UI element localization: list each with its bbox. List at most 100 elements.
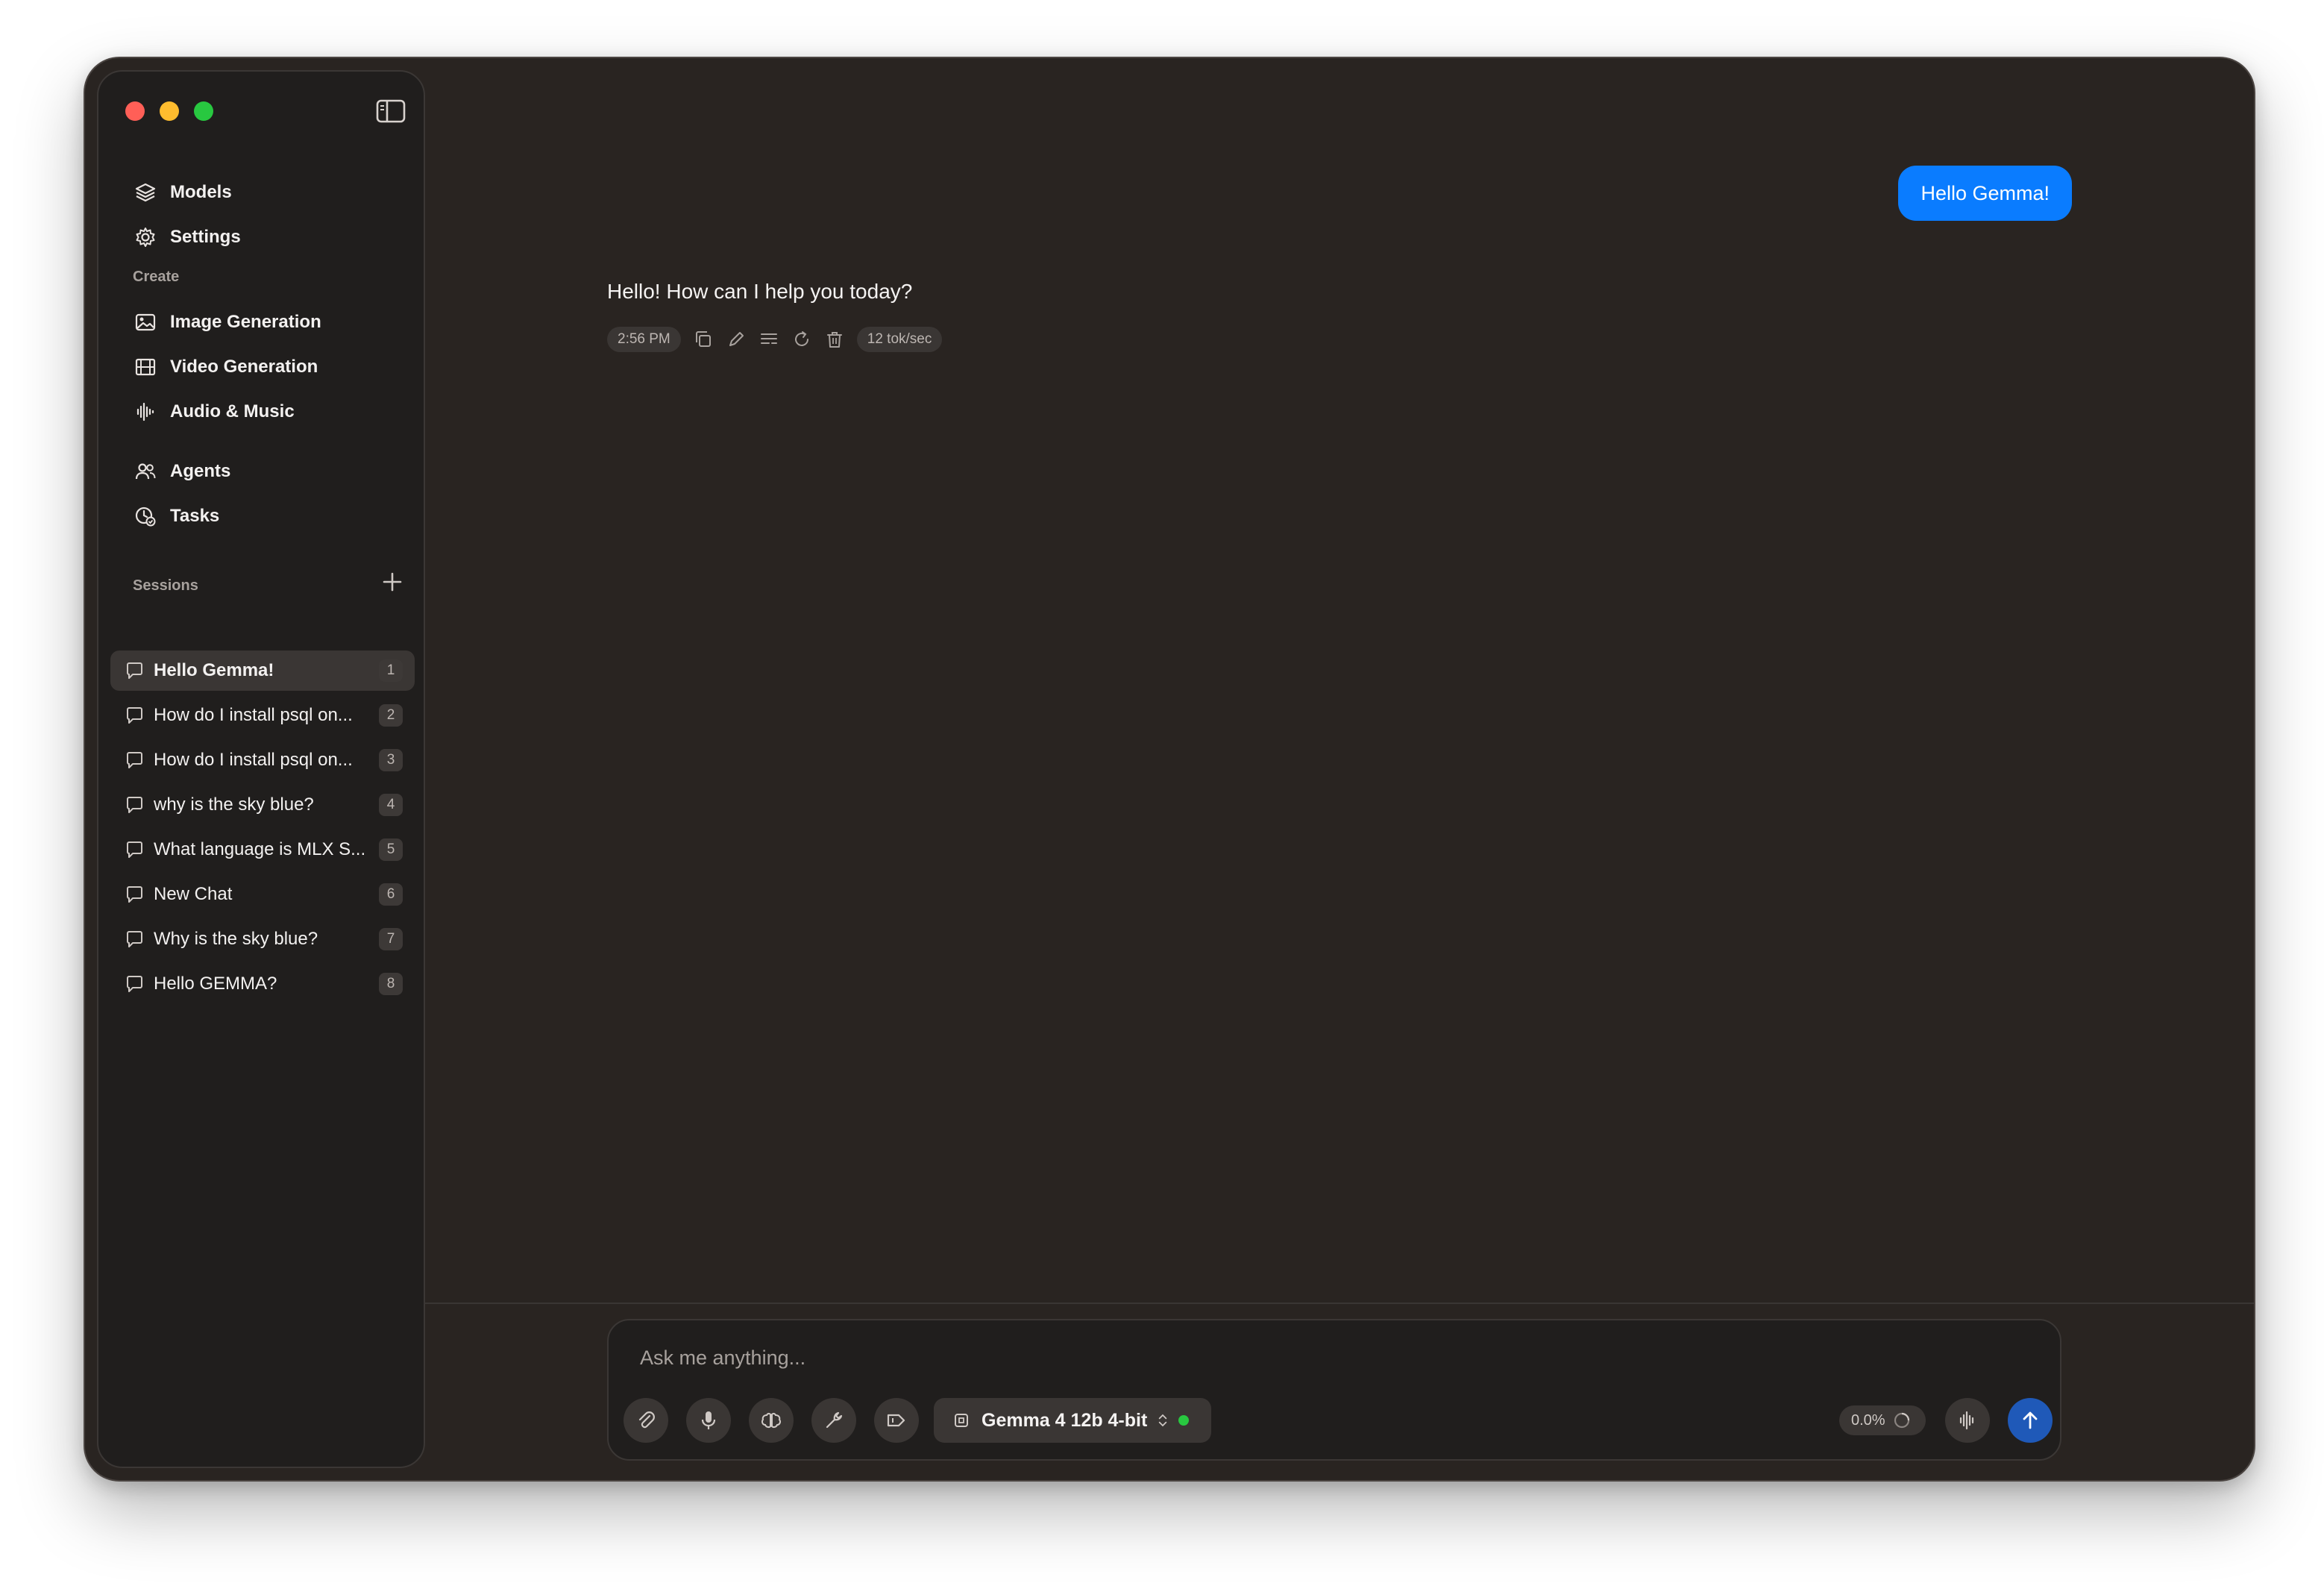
message-timestamp: 2:56 PM [607, 327, 681, 352]
tag-icon [887, 1414, 905, 1427]
app-window: Models Settings Create Image Generation [84, 57, 2255, 1482]
gear-icon [136, 228, 155, 247]
people-icon [135, 463, 156, 480]
message-actions: 2:56 PM 12 tok/sec [607, 327, 943, 352]
nav-models-label: Models [170, 182, 232, 202]
nav-audio-music-label: Audio & Music [170, 401, 295, 421]
copy-icon[interactable] [693, 329, 714, 350]
session-item[interactable]: why is the sky blue? 4 [110, 785, 415, 825]
close-window-button[interactable] [125, 101, 145, 121]
chip-icon [955, 1414, 968, 1427]
session-title: What language is MLX S... [154, 839, 366, 859]
composer-divider [425, 1303, 2254, 1304]
nav-tasks-label: Tasks [170, 506, 220, 526]
nav-image-generation[interactable]: Image Generation [121, 303, 404, 342]
edit-icon[interactable] [726, 329, 747, 350]
wrench-icon [826, 1411, 843, 1429]
sidebar-toggle-button[interactable] [376, 98, 406, 124]
sidebar: Models Settings Create Image Generation [97, 70, 425, 1468]
model-status-dot [1178, 1415, 1190, 1426]
session-badge: 5 [379, 838, 403, 861]
reasoning-button[interactable] [749, 1398, 794, 1443]
chat-bubble-icon [127, 931, 142, 947]
chat-bubble-icon [127, 976, 142, 992]
session-title: why is the sky blue? [154, 794, 314, 815]
regenerate-icon[interactable] [791, 329, 812, 350]
nav-tasks[interactable]: Tasks [121, 497, 404, 536]
layers-icon [135, 183, 156, 202]
chat-bubble-icon [127, 886, 142, 903]
attach-button[interactable] [624, 1398, 668, 1443]
nav-agents-label: Agents [170, 461, 231, 481]
context-usage: 0.0% [1839, 1405, 1926, 1435]
waveform-icon [1959, 1411, 1974, 1430]
nav-image-generation-label: Image Generation [170, 312, 321, 332]
session-badge: 8 [379, 973, 403, 995]
user-message-bubble: Hello Gemma! [1898, 166, 2072, 221]
plus-icon [383, 572, 402, 592]
voice-mode-button[interactable] [1945, 1398, 1990, 1443]
paperclip-icon [638, 1411, 655, 1429]
context-usage-value: 0.0% [1851, 1411, 1885, 1429]
microphone-icon [701, 1411, 716, 1429]
brain-icon [761, 1412, 781, 1429]
model-name: Gemma 4 12b 4-bit [982, 1409, 1148, 1431]
sessions-section-label: Sessions [133, 577, 198, 594]
session-badge: 3 [379, 749, 403, 771]
nav-settings-label: Settings [170, 227, 241, 247]
model-selector[interactable]: Gemma 4 12b 4-bit [934, 1398, 1211, 1443]
session-badge: 4 [379, 794, 403, 816]
composer: Gemma 4 12b 4-bit 0.0% [607, 1319, 2061, 1461]
session-item[interactable]: Why is the sky blue? 7 [110, 919, 415, 959]
nav-models[interactable]: Models [121, 173, 404, 212]
session-title: Hello GEMMA? [154, 974, 277, 994]
session-item[interactable]: Hello Gemma! 1 [110, 651, 415, 691]
add-session-button[interactable] [380, 570, 404, 594]
nav-video-generation-label: Video Generation [170, 357, 318, 377]
nav-video-generation[interactable]: Video Generation [121, 348, 404, 386]
nav-audio-music[interactable]: Audio & Music [121, 392, 404, 431]
assistant-message: Hello! How can I help you today? [607, 280, 913, 303]
minimize-window-button[interactable] [160, 101, 179, 121]
text-format-icon[interactable] [759, 329, 779, 350]
nav-settings[interactable]: Settings [121, 218, 404, 257]
session-title: Hello Gemma! [154, 660, 274, 680]
session-item[interactable]: How do I install psql on... 2 [110, 695, 415, 736]
chat-bubble-icon [127, 797, 142, 813]
send-button[interactable] [2008, 1398, 2053, 1443]
session-badge: 1 [379, 659, 403, 682]
film-icon [135, 358, 156, 376]
session-item[interactable]: How do I install psql on... 3 [110, 740, 415, 780]
waveform-icon [136, 402, 154, 421]
chat-bubble-icon [127, 662, 142, 679]
session-title: Why is the sky blue? [154, 929, 318, 949]
clock-check-icon [135, 507, 156, 527]
session-item[interactable]: New Chat 6 [110, 874, 415, 915]
session-badge: 6 [379, 883, 403, 906]
image-icon [135, 313, 156, 331]
chat-bubble-icon [127, 752, 142, 768]
arrow-up-icon [2023, 1411, 2038, 1429]
session-item[interactable]: What language is MLX S... 5 [110, 830, 415, 870]
trash-icon[interactable] [824, 329, 845, 350]
session-title: How do I install psql on... [154, 750, 353, 770]
sidebar-toggle-icon [376, 99, 406, 123]
session-badge: 2 [379, 704, 403, 727]
session-item[interactable]: Hello GEMMA? 8 [110, 964, 415, 1004]
session-title: How do I install psql on... [154, 705, 353, 725]
message-input[interactable] [640, 1343, 1982, 1373]
chat-area: Hello Gemma! Hello! How can I help you t… [425, 58, 2254, 1480]
create-section-label: Create [133, 269, 180, 285]
tools-button[interactable] [811, 1398, 856, 1443]
chat-bubble-icon [127, 841, 142, 858]
tokens-per-second: 12 tok/sec [856, 327, 943, 352]
session-title: New Chat [154, 884, 233, 904]
context-button[interactable] [874, 1398, 919, 1443]
microphone-button[interactable] [686, 1398, 731, 1443]
progress-ring-icon [1894, 1412, 1909, 1429]
chevron-updown-icon [1159, 1414, 1167, 1427]
maximize-window-button[interactable] [194, 101, 213, 121]
session-badge: 7 [379, 928, 403, 950]
nav-agents[interactable]: Agents [121, 452, 404, 491]
window-controls [125, 101, 213, 121]
